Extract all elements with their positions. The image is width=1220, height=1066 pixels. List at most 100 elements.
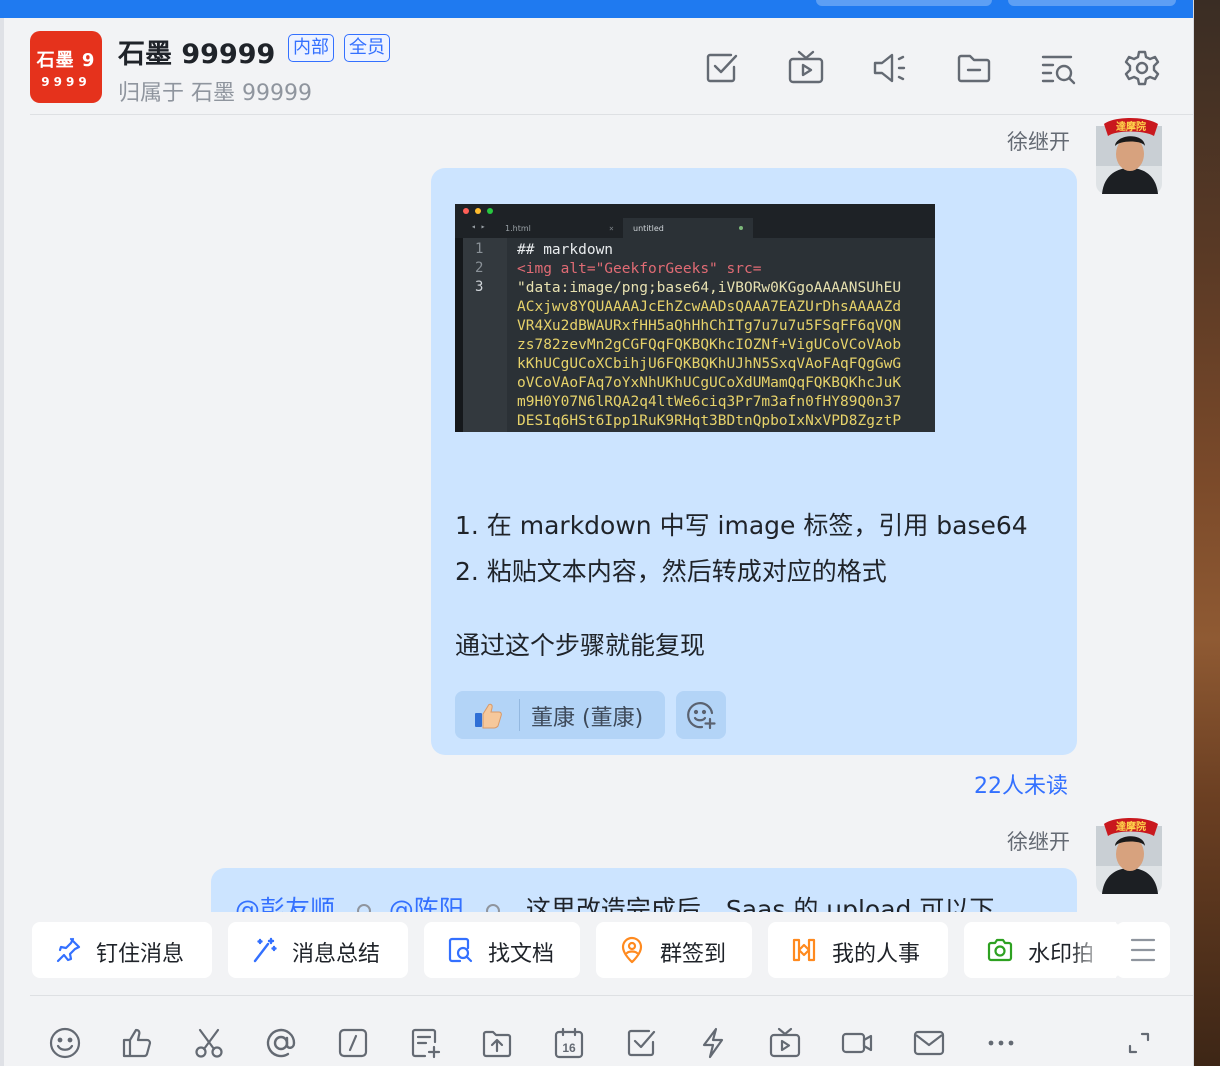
attached-image[interactable]: ◂ ▸ 1.html × untitled 1 2 3 ## markdown … bbox=[455, 204, 935, 432]
close-dot bbox=[463, 208, 469, 214]
message-line: 1. 在 markdown 中写 image 标签，引用 base64 bbox=[455, 511, 1028, 540]
tab-close-icon: × bbox=[609, 224, 614, 233]
camera-icon bbox=[987, 938, 1013, 962]
message-sender: 徐继开 bbox=[1007, 130, 1070, 154]
composer-toolbar: 16 bbox=[30, 996, 1193, 1066]
editor-tab: 1.html bbox=[505, 224, 531, 233]
chat-header: 石墨 9 9999 石墨 99999 内部 全员 归属于 石墨 99999 bbox=[30, 18, 1193, 115]
code-line: oVCoVAoFAq7oYxNhUKhUCgUCoXdUMamQqFQKBQKh… bbox=[517, 375, 902, 391]
slash-command-icon[interactable] bbox=[336, 1026, 370, 1060]
thumbs-up-emoji-icon bbox=[473, 700, 503, 737]
add-reaction-button[interactable] bbox=[676, 691, 726, 739]
mail-icon[interactable] bbox=[912, 1026, 946, 1060]
code-line: "data:image/png;base64,iVBORw0KGgoAAAANS… bbox=[517, 280, 902, 296]
quick-action-label: 消息总结 bbox=[292, 942, 381, 967]
summarize-messages-button[interactable]: 消息总结 bbox=[228, 922, 408, 978]
pin-icon bbox=[56, 937, 81, 963]
minimize-dot bbox=[475, 208, 481, 214]
scroll-fade bbox=[1070, 922, 1116, 978]
add-emoji-icon bbox=[687, 702, 716, 730]
group-title[interactable]: 石墨 99999 bbox=[118, 32, 275, 71]
nav-arrows-icon: ◂ ▸ bbox=[471, 222, 486, 231]
quick-action-label: 我的人事 bbox=[832, 942, 921, 967]
message-bubble[interactable]: ◂ ▸ 1.html × untitled 1 2 3 ## markdown … bbox=[431, 168, 1077, 755]
new-doc-icon[interactable] bbox=[408, 1026, 442, 1060]
avatar-badge: 達摩院 bbox=[1116, 120, 1146, 133]
tag-internal: 内部 bbox=[288, 34, 334, 62]
line-gutter bbox=[463, 238, 507, 432]
emoji-icon[interactable] bbox=[48, 1026, 82, 1060]
topbar-tab[interactable] bbox=[816, 0, 992, 6]
zoom-dot bbox=[487, 208, 493, 214]
folder-icon[interactable] bbox=[954, 48, 994, 88]
reaction-divider bbox=[519, 699, 520, 731]
user-avatar[interactable]: 達摩院 bbox=[1094, 816, 1166, 894]
video-icon[interactable] bbox=[786, 48, 826, 88]
at-icon[interactable] bbox=[264, 1026, 298, 1060]
group-checkin-button[interactable]: 群签到 bbox=[596, 922, 752, 978]
live-video-icon[interactable] bbox=[768, 1026, 802, 1060]
location-checkin-icon bbox=[621, 936, 643, 964]
code-line: ## markdown bbox=[517, 242, 614, 258]
window-topbar bbox=[0, 0, 1193, 18]
scissors-icon[interactable] bbox=[192, 1026, 226, 1060]
unread-count[interactable]: 22人未读 bbox=[974, 768, 1068, 800]
my-hr-button[interactable]: 我的人事 bbox=[768, 922, 948, 978]
quick-action-label: 找文档 bbox=[488, 942, 555, 967]
code-line: zs782zevMn2gCGFQqFQKBQKhcIOZNf+VigUCoVCo… bbox=[517, 337, 902, 353]
editor-tab-label: untitled bbox=[633, 224, 664, 233]
line-number: 2 bbox=[475, 260, 484, 276]
group-avatar[interactable]: 石墨 9 9999 bbox=[30, 31, 102, 103]
message-line: 2. 粘贴文本内容，然后转成对应的格式 bbox=[455, 557, 887, 586]
editor-tab-active: untitled bbox=[623, 218, 753, 238]
task-check-icon[interactable] bbox=[702, 48, 742, 88]
find-docs-button[interactable]: 找文档 bbox=[424, 922, 580, 978]
group-avatar-line2: 9999 bbox=[41, 75, 91, 89]
doc-search-icon bbox=[448, 937, 473, 963]
line-number: 3 bbox=[475, 279, 484, 295]
group-avatar-line1: 石墨 9 bbox=[36, 50, 96, 71]
search-history-icon[interactable] bbox=[1038, 48, 1078, 88]
chat-window: 石墨 9 9999 石墨 99999 内部 全员 归属于 石墨 99999 徐继… bbox=[0, 0, 1194, 1066]
code-line: VR4Xu2dBWAURxfHH5aQhHhChITg7u7u7u5FSqFF6… bbox=[517, 318, 902, 334]
code-line: kKhUCgUCoXCbihjU6FQKBQKhUJhN5SxqVAoFAqFQ… bbox=[517, 356, 902, 372]
reaction-users: 董康 (董康) bbox=[531, 706, 644, 731]
code-line: ACxjwv8YQUAAAAJcEhZcwAADsQAAA7EAZUrDhsAA… bbox=[517, 299, 902, 315]
desktop-wallpaper bbox=[1194, 0, 1220, 1066]
more-icon[interactable] bbox=[984, 1026, 1018, 1060]
editor-tabbar: ◂ ▸ 1.html × untitled bbox=[455, 204, 935, 238]
thumbs-up-icon[interactable] bbox=[120, 1026, 154, 1060]
message-sender: 徐继开 bbox=[1007, 830, 1070, 854]
pin-message-button[interactable]: 钉住消息 bbox=[32, 922, 212, 978]
user-avatar[interactable]: 達摩院 bbox=[1094, 116, 1166, 194]
avatar-badge: 達摩院 bbox=[1116, 820, 1146, 833]
magic-wand-icon bbox=[253, 937, 277, 963]
code-line: <img alt="GeekforGeeks" src= bbox=[517, 261, 762, 277]
code-line: m9H0Y07N6lRQA2q4ltWe6ciq3Pr7m3afn0fHY89Q… bbox=[517, 394, 902, 410]
window-left-edge bbox=[0, 18, 4, 1066]
video-call-icon[interactable] bbox=[840, 1026, 874, 1060]
task-check-icon[interactable] bbox=[624, 1026, 658, 1060]
topbar-tab[interactable] bbox=[1008, 0, 1176, 6]
quick-action-label: 群签到 bbox=[660, 942, 727, 967]
unsaved-dot bbox=[739, 226, 743, 230]
editor-sidebar bbox=[455, 238, 463, 432]
hr-icon bbox=[792, 938, 816, 962]
upload-file-icon[interactable] bbox=[480, 1026, 514, 1060]
lightning-icon[interactable] bbox=[696, 1026, 730, 1060]
group-subtitle: 归属于 石墨 99999 bbox=[118, 81, 312, 106]
more-actions-button[interactable] bbox=[1116, 922, 1170, 978]
line-number: 1 bbox=[475, 241, 484, 257]
message-line: 通过这个步骤就能复现 bbox=[455, 631, 706, 660]
quick-action-bar: 钉住消息 消息总结 找文档 群签到 我的人事 水印拍 bbox=[30, 912, 1193, 996]
announcement-icon[interactable] bbox=[870, 48, 910, 88]
calendar-day: 16 bbox=[562, 1041, 576, 1055]
expand-icon[interactable] bbox=[1122, 1026, 1156, 1060]
calendar-icon[interactable]: 16 bbox=[552, 1026, 586, 1060]
quick-action-label: 钉住消息 bbox=[96, 942, 185, 967]
gear-icon[interactable] bbox=[1122, 48, 1162, 88]
menu-icon bbox=[1130, 938, 1156, 962]
reaction-chip[interactable]: 董康 (董康) bbox=[455, 691, 665, 739]
tag-all-members: 全员 bbox=[344, 34, 390, 62]
code-line: DESIq6HSt6Ipp1RuK9RHqt3BDtnQpboIxNxVPD8Z… bbox=[517, 413, 902, 429]
